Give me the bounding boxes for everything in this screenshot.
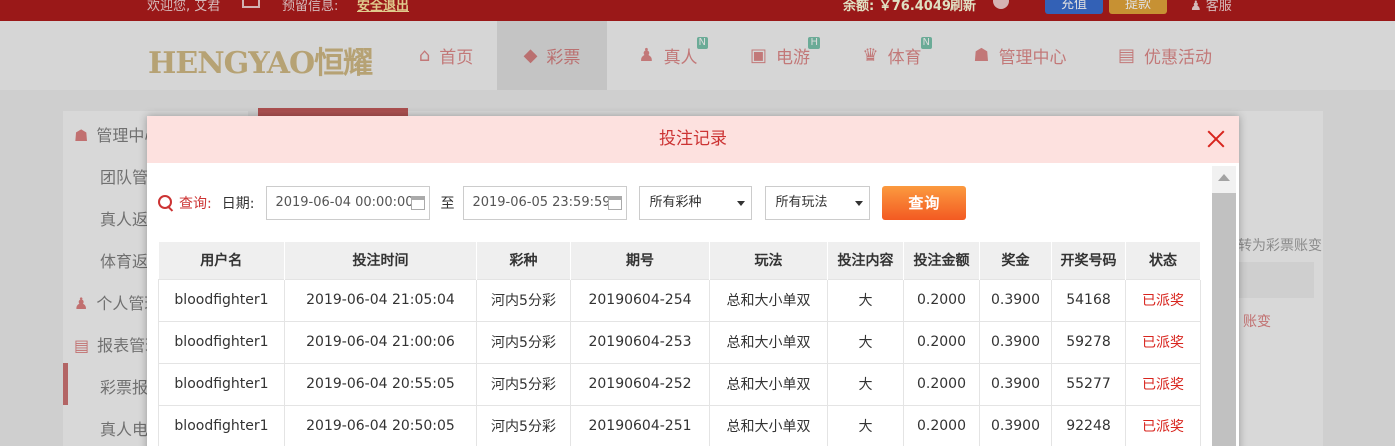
- cell-amount: 0.2000: [903, 404, 980, 446]
- modal-title: 投注记录: [659, 129, 727, 149]
- cell-status: 已派奖: [1125, 404, 1201, 446]
- cell-prize: 0.3900: [979, 362, 1052, 406]
- cell-username: bloodfighter1: [158, 278, 285, 322]
- modal-header: 投注记录: [147, 116, 1239, 163]
- cell-issue: 20190604-252: [570, 362, 710, 406]
- col-prize: 奖金: [979, 242, 1052, 279]
- cell-draw-number: 55277: [1051, 362, 1126, 406]
- table-header-row: 用户名 投注时间 彩种 期号 玩法 投注内容 投注金额 奖金 开奖号码 状态: [158, 242, 1201, 279]
- col-content: 投注内容: [827, 242, 904, 279]
- scroll-thumb[interactable]: [1212, 193, 1236, 446]
- cell-prize: 0.3900: [979, 320, 1052, 364]
- cell-play: 总和大小单双: [709, 362, 828, 406]
- col-draw-number: 开奖号码: [1051, 242, 1126, 279]
- lottery-type-select[interactable]: 所有彩种: [639, 186, 753, 220]
- table-row[interactable]: bloodfighter1 2019-06-04 21:05:04 河内5分彩 …: [158, 278, 1201, 322]
- cell-prize: 0.3900: [979, 404, 1052, 446]
- table-row[interactable]: bloodfighter1 2019-06-04 20:50:05 河内5分彩 …: [158, 404, 1201, 446]
- cell-content: 大: [827, 320, 904, 364]
- cell-username: bloodfighter1: [158, 362, 285, 406]
- cell-play: 总和大小单双: [709, 404, 828, 446]
- cell-issue: 20190604-254: [570, 278, 710, 322]
- cell-bet-time: 2019-06-04 21:05:04: [284, 278, 477, 322]
- table-row[interactable]: bloodfighter1 2019-06-04 21:00:06 河内5分彩 …: [158, 320, 1201, 364]
- col-username: 用户名: [158, 242, 285, 279]
- cell-username: bloodfighter1: [158, 320, 285, 364]
- cell-bet-time: 2019-06-04 20:55:05: [284, 362, 477, 406]
- cell-amount: 0.2000: [903, 362, 980, 406]
- col-status: 状态: [1125, 242, 1201, 279]
- cell-lottery: 河内5分彩: [476, 278, 571, 322]
- bet-records-table: 用户名 投注时间 彩种 期号 玩法 投注内容 投注金额 奖金 开奖号码 状态 b…: [158, 242, 1201, 446]
- cell-amount: 0.2000: [903, 278, 980, 322]
- end-date-input[interactable]: 2019-06-05 23:59:59: [463, 186, 628, 220]
- start-date-input[interactable]: 2019-06-04 00:00:00: [266, 186, 431, 220]
- chevron-down-icon: [737, 201, 746, 206]
- query-bar: 查询: 日期: 2019-06-04 00:00:00 至 2019-06-05…: [157, 186, 967, 220]
- close-icon[interactable]: [1205, 128, 1227, 150]
- cell-lottery: 河内5分彩: [476, 404, 571, 446]
- search-icon: [157, 194, 175, 212]
- date-separator: 至: [440, 196, 455, 212]
- cell-issue: 20190604-253: [570, 320, 710, 364]
- cell-play: 总和大小单双: [709, 278, 828, 322]
- cell-username: bloodfighter1: [158, 404, 285, 446]
- cell-draw-number: 59278: [1051, 320, 1126, 364]
- bet-records-modal: 投注记录 查询: 日期: 2019-06-04 00:00:00 至 2019-…: [147, 116, 1239, 446]
- cell-lottery: 河内5分彩: [476, 320, 571, 364]
- col-lottery: 彩种: [476, 242, 571, 279]
- table-row[interactable]: bloodfighter1 2019-06-04 20:55:05 河内5分彩 …: [158, 362, 1201, 406]
- cell-content: 大: [827, 278, 904, 322]
- modal-scrollbar[interactable]: [1212, 166, 1236, 446]
- cell-prize: 0.3900: [979, 278, 1052, 322]
- cell-draw-number: 54168: [1051, 278, 1126, 322]
- cell-amount: 0.2000: [903, 320, 980, 364]
- cell-content: 大: [827, 362, 904, 406]
- cell-lottery: 河内5分彩: [476, 362, 571, 406]
- cell-play: 总和大小单双: [709, 320, 828, 364]
- play-type-select[interactable]: 所有玩法: [765, 186, 871, 220]
- col-issue: 期号: [570, 242, 710, 279]
- cell-bet-time: 2019-06-04 21:00:06: [284, 320, 477, 364]
- col-bet-time: 投注时间: [284, 242, 477, 279]
- cell-draw-number: 92248: [1051, 404, 1126, 446]
- cell-bet-time: 2019-06-04 20:50:05: [284, 404, 477, 446]
- col-play: 玩法: [709, 242, 828, 279]
- calendar-icon[interactable]: [411, 196, 426, 210]
- query-button[interactable]: 查询: [882, 186, 967, 220]
- cell-issue: 20190604-251: [570, 404, 710, 446]
- scroll-up-arrow-icon[interactable]: [1218, 174, 1230, 181]
- cell-status: 已派奖: [1125, 320, 1201, 364]
- cell-status: 已派奖: [1125, 278, 1201, 322]
- col-amount: 投注金额: [903, 242, 980, 279]
- cell-content: 大: [827, 404, 904, 446]
- cell-status: 已派奖: [1125, 362, 1201, 406]
- calendar-icon[interactable]: [608, 196, 623, 210]
- query-label: 查询:: [157, 193, 212, 213]
- chevron-down-icon: [855, 201, 864, 206]
- date-label: 日期:: [221, 196, 255, 212]
